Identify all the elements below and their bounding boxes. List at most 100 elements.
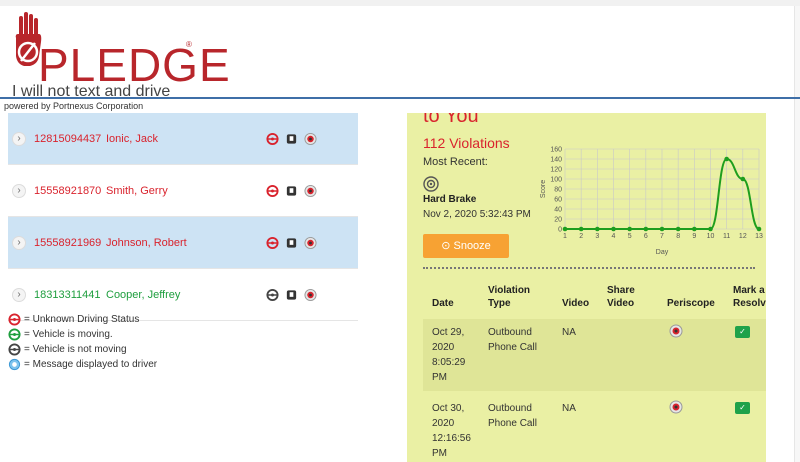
y-axis-label: Score [540, 180, 547, 198]
driver-icons [266, 132, 317, 145]
legend-text: = Unknown Driving Status [24, 314, 140, 325]
x-tick-label: 5 [628, 233, 632, 240]
col-periscope: Periscope [667, 298, 715, 309]
y-tick-label: 20 [554, 217, 562, 224]
row-date-1: Oct 29, [432, 327, 465, 338]
row-date-4: PM [432, 448, 447, 459]
phone-icon[interactable] [285, 288, 298, 301]
data-point [659, 226, 665, 232]
x-tick-label: 3 [595, 233, 599, 240]
driver-icons [266, 236, 317, 249]
logo-word: PLEDGE [38, 39, 231, 91]
steering-wheel-red-icon [8, 313, 21, 326]
data-point [692, 226, 697, 232]
col-mark: Mark a [733, 285, 765, 296]
legend-text: = Vehicle is not moving [24, 344, 127, 355]
periscope-icon[interactable] [304, 236, 317, 249]
legend-item: = Vehicle is not moving [8, 342, 157, 357]
x-tick-label: 13 [755, 233, 763, 240]
event-date: Nov 2, 2020 5:32:43 PM [423, 209, 531, 220]
col-date: Date [432, 298, 454, 309]
driver-phone[interactable]: 15558921969 [34, 237, 101, 249]
col-violation: Violation [488, 285, 531, 296]
steering-wheel-red-icon [266, 236, 279, 249]
data-point [740, 176, 746, 182]
periscope-icon[interactable] [304, 288, 317, 301]
driver-phone[interactable]: 12815094437 [34, 133, 101, 145]
y-tick-label: 140 [550, 157, 562, 164]
data-point [708, 226, 713, 232]
row-date-3: 12:16:56 [432, 433, 471, 444]
clock-icon: ⊙ [441, 240, 451, 252]
row-type-1: Outbound [488, 403, 532, 414]
driver-phone[interactable]: 15558921870 [34, 185, 101, 197]
driver-name[interactable]: Cooper, Jeffrey [106, 289, 180, 301]
driver-row[interactable]: › 12815094437 Ionic, Jack [8, 113, 358, 165]
col-resolve: Resolv [733, 298, 766, 309]
snooze-button[interactable]: ⊙ Snooze [423, 234, 509, 258]
legend-item: = Message displayed to driver [8, 357, 157, 372]
driver-row[interactable]: › 15558921870 Smith, Gerry [8, 165, 358, 217]
legend-item: = Unknown Driving Status [8, 312, 157, 327]
y-tick-label: 160 [550, 147, 562, 154]
x-tick-label: 11 [723, 233, 730, 240]
driver-phone[interactable]: 18313311441 [34, 289, 100, 301]
driver-name[interactable]: Smith, Gerry [106, 185, 168, 197]
periscope-icon[interactable] [669, 400, 683, 414]
phone-icon[interactable] [285, 184, 298, 197]
steering-wheel-grey-icon [266, 288, 279, 301]
data-point [611, 226, 616, 232]
row-type-2: Phone Call [488, 342, 537, 353]
table-header: Date Violation Type Video Share Video Pe… [423, 281, 766, 317]
data-point [675, 226, 681, 232]
violations-count: 112 Violations [423, 135, 510, 151]
resolve-button[interactable]: ✓ [735, 326, 750, 338]
driver-name[interactable]: Ionic, Jack [106, 133, 158, 145]
periscope-icon[interactable] [304, 132, 317, 145]
x-tick-label: 10 [707, 233, 715, 240]
row-video: NA [562, 403, 576, 414]
expand-button[interactable]: › [12, 287, 26, 302]
driver-icons [266, 288, 317, 301]
expand-button[interactable]: › [12, 235, 26, 250]
periscope-icon[interactable] [304, 184, 317, 197]
x-tick-label: 8 [676, 233, 680, 240]
periscope-icon[interactable] [669, 324, 683, 338]
x-tick-label: 6 [644, 233, 648, 240]
phone-icon[interactable] [285, 236, 298, 249]
x-tick-label: 2 [579, 233, 583, 240]
table-row: Oct 30, 2020 12:16:56 PM Outbound Phone … [423, 395, 766, 462]
row-date-4: PM [432, 372, 447, 383]
x-axis-label: Day [656, 249, 669, 256]
row-type-2: Phone Call [488, 418, 537, 429]
score-chart: 0204060801001201401601 2 3 4 5 6 7 8 9 10 11 12 13Da… [540, 147, 763, 257]
driver-name[interactable]: Johnson, Robert [106, 237, 187, 249]
driver-list: › 12815094437 Ionic, Jack › 15558921870 … [8, 113, 358, 321]
most-recent-label: Most Recent: [423, 156, 488, 168]
y-tick-label: 0 [558, 227, 562, 234]
steering-wheel-green-icon [8, 328, 21, 341]
x-tick-label: 12 [739, 233, 747, 240]
event-type: Hard Brake [423, 194, 477, 205]
expand-button[interactable]: › [12, 131, 26, 146]
y-tick-label: 100 [550, 177, 562, 184]
expand-button[interactable]: › [12, 183, 26, 198]
panel-title: to You [423, 113, 479, 127]
powered-by: powered by Portnexus Corporation [4, 101, 144, 111]
registered-mark: ® [186, 40, 192, 49]
legend-item: = Vehicle is moving. [8, 327, 157, 342]
resolve-button[interactable]: ✓ [735, 402, 750, 414]
x-tick-label: 1 [563, 233, 567, 240]
phone-icon[interactable] [285, 132, 298, 145]
x-tick-label: 7 [660, 233, 664, 240]
x-tick-label: 9 [692, 233, 696, 240]
y-tick-label: 80 [554, 187, 562, 194]
data-point [756, 226, 762, 232]
steering-wheel-grey-icon [8, 343, 21, 356]
row-date-2: 2020 [432, 342, 455, 353]
col-share-video: Video [607, 298, 635, 309]
message-bubble-icon [8, 358, 21, 371]
driver-row[interactable]: › 15558921969 Johnson, Robert [8, 217, 358, 269]
steering-wheel-red-icon [266, 184, 279, 197]
section-divider [423, 267, 755, 269]
